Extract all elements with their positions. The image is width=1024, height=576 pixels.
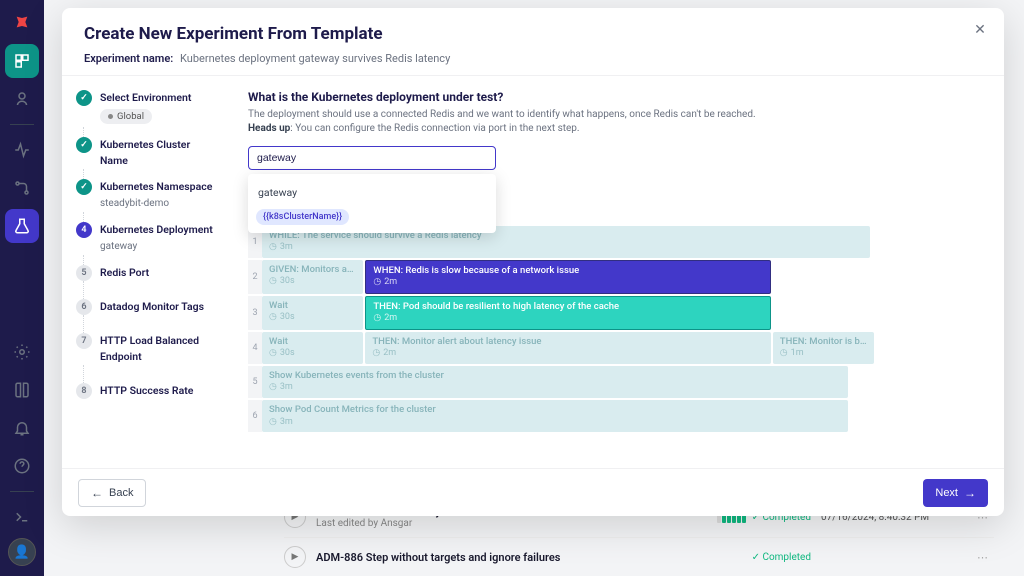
row-number: 2 — [248, 260, 262, 294]
step-number: 5 — [76, 265, 92, 281]
nav-item-settings[interactable] — [5, 335, 39, 369]
step-number: 8 — [76, 383, 92, 399]
more-icon[interactable]: ⋯ — [971, 551, 994, 564]
next-button[interactable]: Next→ — [923, 479, 988, 507]
nav-rail: 👤 — [0, 0, 44, 576]
timeline-cell[interactable]: Wait30s — [262, 332, 363, 364]
step-sub: gateway — [100, 241, 218, 252]
step-number: 4 — [76, 222, 92, 238]
step-item[interactable]: ✓ Kubernetes Namespace — [76, 179, 218, 195]
logo — [8, 8, 36, 36]
nav-item-notifications[interactable] — [5, 411, 39, 445]
timeline-cell[interactable]: Show Pod Count Metrics for the cluster3m — [262, 400, 848, 432]
question-description: The deployment should use a connected Re… — [248, 108, 986, 136]
step-content: What is the Kubernetes deployment under … — [230, 76, 1004, 468]
nav-item-help[interactable] — [5, 449, 39, 483]
check-icon: ✓ — [76, 90, 92, 106]
step-nav: ✓ Select Environment Global ✓ Kubernetes Clu… — [62, 76, 230, 468]
timeline-row: 6Show Pod Count Metrics for the cluster3… — [248, 400, 986, 432]
timeline-cell[interactable]: Show Kubernetes events from the cluster3… — [262, 366, 848, 398]
modal-title: Create New Experiment From Template — [84, 24, 982, 44]
nav-item-route[interactable] — [5, 171, 39, 205]
deployment-search-input[interactable] — [248, 146, 496, 170]
step-item[interactable]: 8 HTTP Success Rate — [76, 383, 218, 399]
row-number: 6 — [248, 400, 262, 432]
row-number: 4 — [248, 332, 262, 364]
close-button[interactable]: ✕ — [970, 20, 990, 40]
step-item[interactable]: 7 HTTP Load Balanced Endpoint — [76, 333, 218, 365]
nav-item-terminal[interactable] — [5, 500, 39, 534]
timeline-row: 4Wait30sTHEN: Monitor alert about latenc… — [248, 332, 986, 364]
nav-item-explorer[interactable] — [5, 82, 39, 116]
timeline-cell[interactable]: THEN: Monitor alert about latency issue2… — [365, 332, 770, 364]
step-label: HTTP Success Rate — [100, 383, 193, 399]
create-experiment-modal: Create New Experiment From Template ✕ Ex… — [62, 8, 1004, 516]
step-label: Kubernetes Cluster Name — [100, 137, 218, 169]
step-number: 6 — [76, 299, 92, 315]
timeline-row: 5Show Kubernetes events from the cluster… — [248, 366, 986, 398]
step-sub: Global — [100, 109, 218, 124]
timeline-cell[interactable]: WHEN: Redis is slow because of a network… — [365, 260, 770, 294]
timeline-row: 3Wait30sTHEN: Pod should be resilient to… — [248, 296, 986, 330]
step-label: Kubernetes Deployment — [100, 222, 213, 238]
timeline: 1WHILE: The service should survive a Red… — [248, 226, 986, 432]
back-button[interactable]: ←Back — [78, 479, 146, 507]
nav-item-landscape[interactable] — [5, 44, 39, 78]
check-icon: ✓ — [76, 179, 92, 195]
step-label: Kubernetes Namespace — [100, 179, 212, 195]
timeline-cell[interactable]: GIVEN: Monitors are gr…30s — [262, 260, 363, 294]
timeline-row: 2GIVEN: Monitors are gr…30sWHEN: Redis i… — [248, 260, 986, 294]
list-item[interactable]: ▶ ADM-886 Step without targets and ignor… — [284, 537, 994, 576]
step-label: Select Environment — [100, 90, 191, 106]
step-item[interactable]: ✓ Select Environment — [76, 90, 218, 106]
step-number: 7 — [76, 333, 92, 349]
dropdown-item[interactable]: gateway — [256, 182, 488, 203]
check-icon: ✓ — [76, 137, 92, 153]
step-item[interactable]: 5 Redis Port — [76, 265, 218, 281]
step-label: Datadog Monitor Tags — [100, 299, 204, 315]
timeline-cell[interactable]: Wait30s — [262, 296, 363, 330]
row-number: 3 — [248, 296, 262, 330]
row-number: 5 — [248, 366, 262, 398]
timeline-cell[interactable]: THEN: Pod should be resilient to high la… — [365, 296, 770, 330]
timeline-cell[interactable]: THEN: Monitor is back to green1m — [773, 332, 874, 364]
nav-item-activity[interactable] — [5, 133, 39, 167]
question-title: What is the Kubernetes deployment under … — [248, 90, 986, 104]
step-item[interactable]: 6 Datadog Monitor Tags — [76, 299, 218, 315]
avatar[interactable]: 👤 — [8, 538, 36, 566]
step-item[interactable]: 4 Kubernetes Deployment — [76, 222, 218, 238]
nav-item-experiments[interactable] — [5, 209, 39, 243]
backdrop: ▶ Last edited by Manuel Gerding 07/17/20… — [44, 0, 1024, 576]
step-sub: steadybit-demo — [100, 198, 218, 209]
step-label: HTTP Load Balanced Endpoint — [100, 333, 218, 365]
step-item[interactable]: ✓ Kubernetes Cluster Name — [76, 137, 218, 169]
experiment-name-label: Experiment name: — [84, 52, 173, 65]
play-icon[interactable]: ▶ — [284, 546, 306, 568]
nav-item-docs[interactable] — [5, 373, 39, 407]
search-dropdown: gateway {{k8sClusterName}} — [248, 174, 496, 233]
step-label: Redis Port — [100, 265, 149, 281]
experiment-name-value: Kubernetes deployment gateway survives R… — [180, 52, 450, 65]
dropdown-chip[interactable]: {{k8sClusterName}} — [256, 209, 349, 225]
